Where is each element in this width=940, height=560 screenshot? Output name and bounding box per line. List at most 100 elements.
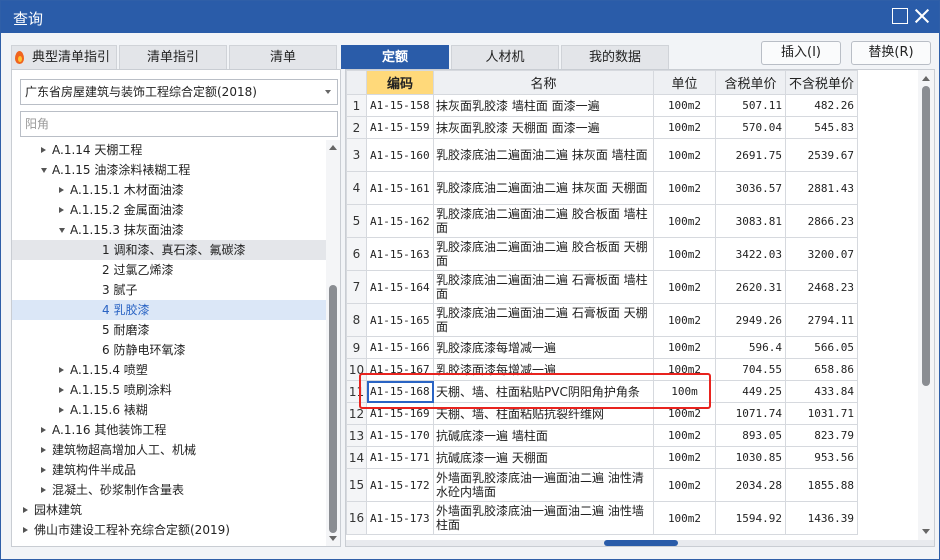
row-number[interactable]: 5 (346, 204, 367, 238)
cell-name[interactable]: 抗碱底漆一遍 天棚面 (433, 446, 654, 469)
cell-unit[interactable]: 100m2 (653, 336, 716, 359)
close-icon[interactable] (914, 8, 930, 24)
cell-price-notax[interactable]: 953.56 (785, 446, 858, 469)
cell-code[interactable]: A1-15-169 (366, 402, 434, 425)
table-row[interactable]: 8 A1-15-165 乳胶漆底油二遍面油二遍 石膏板面 天棚面 100m2 2949.… (346, 303, 858, 337)
cell-price-tax[interactable]: 2691.75 (715, 138, 786, 172)
table-row[interactable]: 15 A1-15-172 外墙面乳胶漆底油一遍面油二遍 油性清水砼内墙面 100m2 2… (346, 468, 858, 502)
cell-price-tax[interactable]: 704.55 (715, 358, 786, 381)
cell-code[interactable]: A1-15-170 (366, 424, 434, 447)
tree-item[interactable]: 建筑构件半成品 (12, 460, 326, 480)
cell-unit[interactable]: 100m2 (653, 501, 716, 535)
row-number[interactable]: 10 (346, 358, 367, 381)
collapsed-arrow-icon[interactable] (59, 387, 64, 393)
insert-button[interactable]: 插入(I) (761, 41, 841, 65)
row-number[interactable]: 9 (346, 336, 367, 359)
table-row[interactable]: 10 A1-15-167 乳胶漆面漆每增减一遍 100m2 704.55 658.86 (346, 358, 858, 381)
cell-name[interactable]: 乳胶漆底漆每增减一遍 (433, 336, 654, 359)
tree-item[interactable]: A.1.15 油漆涂料裱糊工程 (12, 160, 326, 180)
cell-price-notax[interactable]: 1436.39 (785, 501, 858, 535)
tree-item[interactable]: A.1.15.5 喷刷涂料 (12, 380, 326, 400)
tree-item[interactable]: A.1.15.3 抹灰面油漆 (12, 220, 326, 240)
cell-code[interactable]: A1-15-163 (366, 237, 434, 271)
cell-price-notax[interactable]: 658.86 (785, 358, 858, 381)
tree-item[interactable]: A.1.15.1 木材面油漆 (12, 180, 326, 200)
cell-name[interactable]: 乳胶漆底油二遍面油二遍 抹灰面 天棚面 (433, 171, 654, 205)
cell-code[interactable]: A1-15-166 (366, 336, 434, 359)
cell-unit[interactable]: 100m2 (653, 446, 716, 469)
cell-unit[interactable]: 100m2 (653, 270, 716, 304)
cell-price-notax[interactable]: 1031.71 (785, 402, 858, 425)
grid-scrollbar[interactable] (918, 70, 934, 540)
collapsed-arrow-icon[interactable] (41, 487, 46, 493)
cell-name[interactable]: 外墙面乳胶漆底油一遍面油二遍 油性墙柱面 (433, 501, 654, 535)
cell-price-notax[interactable]: 2539.67 (785, 138, 858, 172)
expanded-arrow-icon[interactable] (41, 168, 47, 173)
table-row[interactable]: 13 A1-15-170 抗碱底漆一遍 墙柱面 100m2 893.05 823.79 (346, 424, 858, 447)
row-number[interactable]: 4 (346, 171, 367, 205)
table-row[interactable]: 12 A1-15-169 天棚、墙、柱面粘贴抗裂纤维网 100m2 1071.74 103… (346, 402, 858, 425)
cell-unit[interactable]: 100m2 (653, 402, 716, 425)
cell-name[interactable]: 乳胶漆底油二遍面油二遍 石膏板面 墙柱面 (433, 270, 654, 304)
tab-list[interactable]: 清单 (229, 45, 337, 69)
row-number[interactable]: 6 (346, 237, 367, 271)
tree-item[interactable]: A.1.16 其他装饰工程 (12, 420, 326, 440)
row-number[interactable]: 15 (346, 468, 367, 502)
cell-price-tax[interactable]: 1071.74 (715, 402, 786, 425)
table-row[interactable]: 1 A1-15-158 抹灰面乳胶漆 墙柱面 面漆一遍 100m2 507.11 482.… (346, 94, 858, 117)
cell-price-notax[interactable]: 3200.07 (785, 237, 858, 271)
tree-item[interactable]: 2 过氯乙烯漆 (12, 260, 326, 280)
table-row[interactable]: 11 A1-15-168 天棚、墙、柱面粘贴PVC阴阳角护角条 100m 449.25 4… (346, 380, 858, 403)
cell-code[interactable]: A1-15-171 (366, 446, 434, 469)
cell-name[interactable]: 抹灰面乳胶漆 墙柱面 面漆一遍 (433, 94, 654, 117)
table-row[interactable]: 5 A1-15-162 乳胶漆底油二遍面油二遍 胶合板面 墙柱面 100m2 3083.… (346, 204, 858, 238)
table-row[interactable]: 16 A1-15-173 外墙面乳胶漆底油一遍面油二遍 油性墙柱面 100m2 1594… (346, 501, 858, 535)
cell-unit[interactable]: 100m2 (653, 94, 716, 117)
cell-unit[interactable]: 100m2 (653, 237, 716, 271)
tree-item[interactable]: 3 腻子 (12, 280, 326, 300)
tree-item[interactable]: 佛山市建设工程补充综合定额(2019) (12, 520, 326, 540)
cell-unit[interactable]: 100m2 (653, 468, 716, 502)
col-header-unit[interactable]: 单位 (653, 70, 716, 95)
row-number[interactable]: 7 (346, 270, 367, 304)
cell-code[interactable]: A1-15-168 (366, 380, 434, 403)
cell-code[interactable]: A1-15-165 (366, 303, 434, 337)
cell-price-notax[interactable]: 482.26 (785, 94, 858, 117)
replace-button[interactable]: 替换(R) (851, 41, 931, 65)
cell-unit[interactable]: 100m2 (653, 424, 716, 447)
row-number[interactable]: 13 (346, 424, 367, 447)
scroll-down-icon[interactable] (329, 536, 337, 541)
cell-price-tax[interactable]: 2620.31 (715, 270, 786, 304)
cell-unit[interactable]: 100m2 (653, 358, 716, 381)
cell-code[interactable]: A1-15-161 (366, 171, 434, 205)
cell-name[interactable]: 乳胶漆底油二遍面油二遍 胶合板面 天棚面 (433, 237, 654, 271)
cell-price-notax[interactable]: 2866.23 (785, 204, 858, 238)
row-number[interactable]: 1 (346, 94, 367, 117)
cell-price-notax[interactable]: 2794.11 (785, 303, 858, 337)
tab-labor-material[interactable]: 人材机 (451, 45, 559, 69)
tree-item[interactable]: 混凝土、砂浆制作含量表 (12, 480, 326, 500)
tree-item[interactable]: A.1.14 天棚工程 (12, 140, 326, 160)
cell-price-notax[interactable]: 2468.23 (785, 270, 858, 304)
tree-item[interactable]: 园林建筑 (12, 500, 326, 520)
tree-item[interactable]: 建筑物超高增加人工、机械 (12, 440, 326, 460)
tab-typical-guide[interactable]: 典型清单指引 (11, 45, 117, 69)
cell-price-notax[interactable]: 545.83 (785, 116, 858, 139)
tree-item[interactable]: A.1.15.6 裱糊 (12, 400, 326, 420)
cell-code[interactable]: A1-15-164 (366, 270, 434, 304)
table-row[interactable]: 2 A1-15-159 抹灰面乳胶漆 天棚面 面漆一遍 100m2 570.04 545.… (346, 116, 858, 139)
cell-unit[interactable]: 100m2 (653, 138, 716, 172)
scroll-thumb[interactable] (329, 285, 337, 533)
scroll-thumb[interactable] (922, 86, 930, 386)
collapsed-arrow-icon[interactable] (23, 507, 28, 513)
table-row[interactable]: 4 A1-15-161 乳胶漆底油二遍面油二遍 抹灰面 天棚面 100m2 3036.5… (346, 171, 858, 205)
cell-price-tax[interactable]: 2949.26 (715, 303, 786, 337)
cell-code[interactable]: A1-15-167 (366, 358, 434, 381)
cell-name[interactable]: 天棚、墙、柱面粘贴PVC阴阳角护角条 (433, 380, 654, 403)
collapsed-arrow-icon[interactable] (41, 147, 46, 153)
cell-price-notax[interactable]: 433.84 (785, 380, 858, 403)
cell-name[interactable]: 天棚、墙、柱面粘贴抗裂纤维网 (433, 402, 654, 425)
table-row[interactable]: 14 A1-15-171 抗碱底漆一遍 天棚面 100m2 1030.85 953.56 (346, 446, 858, 469)
cell-price-tax[interactable]: 1594.92 (715, 501, 786, 535)
col-header-price-tax[interactable]: 含税单价 (715, 70, 786, 95)
